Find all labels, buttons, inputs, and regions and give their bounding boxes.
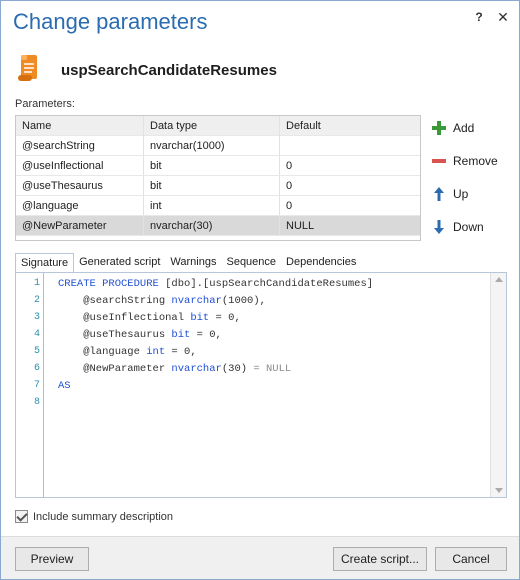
param-name-cell[interactable]: @useInflectional <box>16 156 144 176</box>
line-number: 1 <box>33 278 40 289</box>
grid-header: Name Data type Default <box>16 116 420 136</box>
code-line: CREATE PROCEDURE [dbo].[uspSearchCandida… <box>58 278 373 290</box>
change-parameters-dialog: Change parameters ? ✕ uspSearchCandidate… <box>0 0 520 580</box>
param-default-cell[interactable]: 0 <box>280 176 420 196</box>
code-text: [dbo].[uspSearchCandidateResumes] <box>158 278 374 290</box>
param-type-cell[interactable]: bit <box>144 156 280 176</box>
arrow-down-icon <box>434 220 444 234</box>
code-text: @useInflectional <box>58 312 191 324</box>
tab-strip: Signature Generated script Warnings Sequ… <box>15 253 361 273</box>
param-default-cell[interactable]: 0 <box>280 196 420 216</box>
param-type-cell[interactable]: int <box>144 196 280 216</box>
code-text: @searchString <box>58 295 172 307</box>
line-number-gutter: 1 2 3 4 5 6 7 8 <box>16 273 44 497</box>
parameters-label: Parameters: <box>15 98 75 110</box>
code-line: @language int = 0, <box>58 346 197 358</box>
down-label: Down <box>453 220 484 234</box>
code-text: (1000), <box>221 295 266 307</box>
include-summary-option[interactable]: Include summary description <box>15 510 173 523</box>
code-null: NULL <box>259 363 292 375</box>
code-keyword: int <box>146 346 166 358</box>
minus-icon <box>432 159 446 163</box>
editor-scrollbar[interactable] <box>490 273 506 497</box>
line-number: 5 <box>33 346 40 357</box>
code-keyword: nvarchar <box>171 295 222 307</box>
table-row-selected[interactable]: @NewParameter nvarchar(30) NULL <box>16 216 420 236</box>
plus-icon <box>432 121 446 135</box>
line-number: 8 <box>33 397 40 408</box>
param-default-cell[interactable]: 0 <box>280 156 420 176</box>
column-header-default[interactable]: Default <box>280 116 420 136</box>
remove-label: Remove <box>453 154 498 168</box>
scroll-up-arrow-icon[interactable] <box>495 277 503 282</box>
code-line: @NewParameter nvarchar(30) = NULL <box>58 363 291 375</box>
up-label: Up <box>453 187 469 201</box>
code-text: @NewParameter <box>58 363 172 375</box>
param-name-cell[interactable]: @useThesaurus <box>16 176 144 196</box>
code-line: @useThesaurus bit = 0, <box>58 329 222 341</box>
code-line: AS <box>58 380 71 392</box>
code-line: @searchString nvarchar(1000), <box>58 295 266 307</box>
dialog-footer: Preview Create script... Cancel <box>1 536 519 579</box>
up-button[interactable]: Up <box>431 183 468 205</box>
parameters-grid: Name Data type Default @searchString nva… <box>15 115 421 241</box>
param-type-cell[interactable]: bit <box>144 176 280 196</box>
arrow-up-icon <box>434 187 444 201</box>
add-label: Add <box>453 121 475 135</box>
remove-button[interactable]: Remove <box>431 150 498 172</box>
code-line: @useInflectional bit = 0, <box>58 312 241 324</box>
line-number: 2 <box>33 295 40 306</box>
scroll-down-arrow-icon[interactable] <box>495 488 503 493</box>
add-button[interactable]: Add <box>431 117 474 139</box>
param-default-cell[interactable] <box>280 136 420 156</box>
param-type-cell[interactable]: nvarchar(1000) <box>144 136 280 156</box>
code-editor[interactable]: 1 2 3 4 5 6 7 8 CREATE PROCEDURE [dbo].[… <box>15 272 507 498</box>
line-number: 6 <box>33 363 40 374</box>
cancel-button[interactable]: Cancel <box>435 547 507 571</box>
code-text: @language <box>58 346 147 358</box>
code-text: = 0, <box>209 312 241 324</box>
table-row[interactable]: @useThesaurus bit 0 <box>16 176 420 196</box>
code-keyword: nvarchar <box>171 363 222 375</box>
code-text: @useThesaurus <box>58 329 172 341</box>
column-header-data-type[interactable]: Data type <box>144 116 280 136</box>
tab-generated-script[interactable]: Generated script <box>74 253 165 273</box>
param-name-cell[interactable]: @searchString <box>16 136 144 156</box>
line-number: 4 <box>33 329 40 340</box>
tab-warnings[interactable]: Warnings <box>165 253 221 273</box>
dialog-title: Change parameters <box>13 9 208 34</box>
line-number: 7 <box>33 380 40 391</box>
tab-dependencies[interactable]: Dependencies <box>281 253 361 273</box>
procedure-name: uspSearchCandidateResumes <box>61 62 277 79</box>
preview-button[interactable]: Preview <box>15 547 89 571</box>
down-button[interactable]: Down <box>431 216 484 238</box>
param-name-cell[interactable]: @NewParameter <box>16 216 144 236</box>
help-button[interactable]: ? <box>471 9 487 25</box>
table-row[interactable]: @language int 0 <box>16 196 420 216</box>
stored-procedure-scroll-icon <box>18 55 37 81</box>
include-summary-checkbox[interactable] <box>15 510 28 523</box>
code-text: = 0, <box>190 329 222 341</box>
tab-signature[interactable]: Signature <box>15 253 75 273</box>
table-row[interactable]: @searchString nvarchar(1000) <box>16 136 420 156</box>
code-keyword: CREATE PROCEDURE <box>58 278 159 290</box>
param-name-cell[interactable]: @language <box>16 196 144 216</box>
code-text: = 0, <box>165 346 197 358</box>
close-button[interactable]: ✕ <box>495 9 511 25</box>
code-keyword: bit <box>190 312 210 324</box>
code-text: (30) <box>221 363 254 375</box>
line-number: 3 <box>33 312 40 323</box>
table-row[interactable]: @useInflectional bit 0 <box>16 156 420 176</box>
tab-sequence[interactable]: Sequence <box>221 253 281 273</box>
include-summary-label: Include summary description <box>33 510 174 523</box>
param-default-cell[interactable]: NULL <box>280 216 420 236</box>
code-keyword: AS <box>58 380 71 392</box>
column-header-name[interactable]: Name <box>16 116 144 136</box>
code-keyword: bit <box>171 329 191 341</box>
param-type-cell[interactable]: nvarchar(30) <box>144 216 280 236</box>
create-script-button[interactable]: Create script... <box>333 547 427 571</box>
